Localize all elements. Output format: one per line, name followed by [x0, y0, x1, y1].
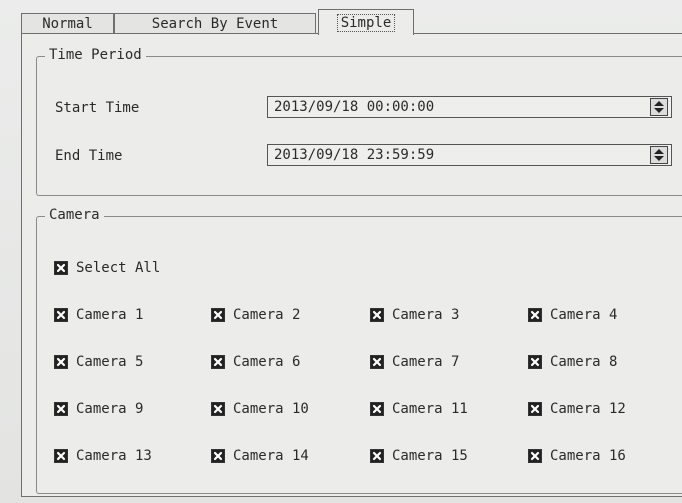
checkbox-icon[interactable]	[54, 261, 68, 275]
end-time-value: 2013/09/18 23:59:59	[274, 147, 435, 163]
camera-checkbox-7[interactable]: Camera 7	[370, 353, 459, 371]
checkmark-x-icon	[530, 451, 540, 461]
end-time-spinner[interactable]	[650, 146, 668, 164]
camera-checkbox-7-label: Camera 7	[392, 354, 460, 370]
checkbox-icon[interactable]	[528, 355, 542, 369]
checkbox-icon[interactable]	[370, 355, 384, 369]
camera-checkbox-15[interactable]: Camera 15	[370, 447, 468, 465]
camera-checkbox-9-label: Camera 9	[76, 401, 144, 417]
camera-checkbox-12-label: Camera 12	[550, 401, 626, 417]
checkmark-x-icon	[56, 404, 66, 414]
checkbox-icon[interactable]	[370, 402, 384, 416]
camera-checkbox-11[interactable]: Camera 11	[370, 400, 468, 418]
camera-checkbox-4-label: Camera 4	[550, 307, 618, 323]
end-time-label: End Time	[55, 148, 123, 164]
camera-checkbox-12[interactable]: Camera 12	[528, 400, 626, 418]
camera-checkbox-6[interactable]: Camera 6	[211, 353, 300, 371]
checkmark-x-icon	[213, 451, 223, 461]
camera-checkbox-3[interactable]: Camera 3	[370, 306, 459, 324]
checkbox-icon[interactable]	[211, 308, 225, 322]
tab-normal-label: Normal	[42, 16, 93, 32]
camera-checkbox-5-label: Camera 5	[76, 354, 144, 370]
camera-checkbox-2-label: Camera 2	[233, 307, 301, 323]
start-time-label: Start Time	[55, 100, 140, 116]
camera-checkbox-1[interactable]: Camera 1	[54, 306, 143, 324]
camera-checkbox-1-label: Camera 1	[76, 307, 144, 323]
tab-normal[interactable]: Normal	[21, 13, 114, 33]
checkmark-x-icon	[56, 451, 66, 461]
checkbox-icon[interactable]	[54, 402, 68, 416]
select-all-checkbox-label: Select All	[76, 260, 161, 276]
start-time-value: 2013/09/18 00:00:00	[274, 99, 435, 115]
checkbox-icon[interactable]	[528, 308, 542, 322]
checkmark-x-icon	[372, 310, 382, 320]
camera-checkbox-9[interactable]: Camera 9	[54, 400, 143, 418]
camera-title: Camera	[45, 207, 104, 223]
checkmark-x-icon	[213, 357, 223, 367]
tab-simple[interactable]: Simple	[318, 9, 414, 35]
checkbox-icon[interactable]	[211, 402, 225, 416]
start-time-field[interactable]: 2013/09/18 00:00:00	[267, 96, 672, 118]
time-period-group: Time Period Start Time 2013/09/18 00:00:…	[36, 47, 682, 196]
time-period-title: Time Period	[45, 47, 146, 63]
camera-checkbox-3-label: Camera 3	[392, 307, 460, 323]
select-all-checkbox[interactable]: Select All	[54, 259, 160, 277]
checkmark-x-icon	[213, 310, 223, 320]
screen: Normal Search By Event Simple Time Perio…	[0, 0, 682, 503]
camera-checkbox-10[interactable]: Camera 10	[211, 400, 309, 418]
camera-checkbox-13[interactable]: Camera 13	[54, 447, 152, 465]
checkbox-icon[interactable]	[370, 449, 384, 463]
camera-checkbox-8[interactable]: Camera 8	[528, 353, 617, 371]
camera-checkbox-8-label: Camera 8	[550, 354, 618, 370]
camera-checkbox-15-label: Camera 15	[392, 448, 468, 464]
camera-checkbox-2[interactable]: Camera 2	[211, 306, 300, 324]
camera-checkbox-10-label: Camera 10	[233, 401, 309, 417]
tab-simple-label: Simple	[336, 14, 396, 32]
tab-search-by-event-label: Search By Event	[151, 16, 279, 32]
checkbox-icon[interactable]	[54, 355, 68, 369]
camera-group: Camera Select All Camera 1 Camera 2 Camera …	[36, 207, 682, 494]
checkmark-x-icon	[372, 451, 382, 461]
checkbox-icon[interactable]	[54, 449, 68, 463]
camera-checkbox-14[interactable]: Camera 14	[211, 447, 309, 465]
camera-checkbox-5[interactable]: Camera 5	[54, 353, 143, 371]
start-time-spinner[interactable]	[650, 98, 668, 116]
checkmark-x-icon	[372, 404, 382, 414]
tab-panel: Time Period Start Time 2013/09/18 00:00:…	[21, 33, 682, 497]
checkbox-icon[interactable]	[370, 308, 384, 322]
checkmark-x-icon	[56, 263, 66, 273]
checkmark-x-icon	[213, 404, 223, 414]
camera-checkbox-11-label: Camera 11	[392, 401, 468, 417]
camera-checkbox-14-label: Camera 14	[233, 448, 309, 464]
checkmark-x-icon	[372, 357, 382, 367]
checkbox-icon[interactable]	[211, 355, 225, 369]
checkbox-icon[interactable]	[211, 449, 225, 463]
checkmark-x-icon	[56, 357, 66, 367]
camera-checkbox-6-label: Camera 6	[233, 354, 301, 370]
checkbox-icon[interactable]	[54, 308, 68, 322]
spinner-arrows-icon	[654, 149, 664, 161]
tab-search-by-event[interactable]: Search By Event	[114, 13, 316, 33]
spinner-arrows-icon	[654, 101, 664, 113]
checkmark-x-icon	[56, 310, 66, 320]
camera-checkbox-4[interactable]: Camera 4	[528, 306, 617, 324]
checkmark-x-icon	[530, 404, 540, 414]
checkbox-icon[interactable]	[528, 402, 542, 416]
camera-checkbox-16-label: Camera 16	[550, 448, 626, 464]
checkmark-x-icon	[530, 357, 540, 367]
camera-checkbox-13-label: Camera 13	[76, 448, 152, 464]
camera-checkbox-16[interactable]: Camera 16	[528, 447, 626, 465]
checkmark-x-icon	[530, 310, 540, 320]
end-time-field[interactable]: 2013/09/18 23:59:59	[267, 144, 672, 166]
checkbox-icon[interactable]	[528, 449, 542, 463]
